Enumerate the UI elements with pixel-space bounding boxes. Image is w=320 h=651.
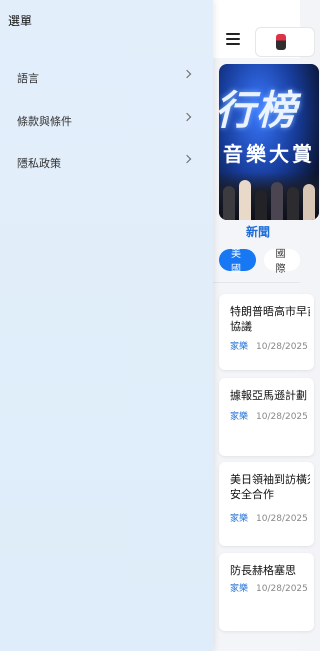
news-card[interactable]: 據報亞馬遜計劃 家樂 10/28/2025 bbox=[219, 378, 314, 456]
article-source: 家樂 bbox=[230, 342, 249, 352]
article-date: 10/28/2025 bbox=[256, 514, 308, 524]
menu-item-label: 隱私政策 bbox=[17, 157, 61, 170]
article-meta: 家樂 10/28/2025 bbox=[230, 581, 308, 594]
banner-headline: 行榜 bbox=[219, 88, 297, 134]
featured-banner[interactable]: 行榜 音樂大賞 bbox=[219, 64, 319, 220]
divider bbox=[213, 282, 300, 283]
article-meta: 家樂 10/28/2025 bbox=[230, 339, 308, 352]
article-title-line2: 協議 bbox=[230, 320, 252, 333]
navigation-drawer: 選單 語言 條款與條件 隱私政策 bbox=[0, 0, 213, 651]
app-logo[interactable] bbox=[255, 27, 315, 57]
article-title: 防長赫格塞思 bbox=[230, 564, 296, 577]
menu-item-label: 語言 bbox=[17, 72, 39, 85]
tab-us[interactable]: 美國 bbox=[219, 249, 256, 275]
category-tabs: 美國 國際 bbox=[219, 249, 300, 275]
tab-international[interactable]: 國際 bbox=[263, 249, 300, 275]
drawer-title: 選單 bbox=[8, 14, 33, 28]
news-card[interactable]: 防長赫格塞思 家樂 10/28/2025 bbox=[219, 553, 314, 631]
news-card[interactable]: 特朗普晤高市早苗 協議 家樂 10/28/2025 bbox=[219, 294, 314, 370]
article-source: 家樂 bbox=[230, 412, 249, 422]
article-source: 家樂 bbox=[230, 584, 249, 594]
banner-photo bbox=[219, 172, 319, 220]
article-date: 10/28/2025 bbox=[256, 412, 308, 422]
article-title: 據報亞馬遜計劃 bbox=[230, 389, 307, 402]
banner-subheadline: 音樂大賞 bbox=[223, 142, 315, 166]
article-meta: 家樂 10/28/2025 bbox=[230, 511, 308, 524]
menu-item-label: 條款與條件 bbox=[17, 115, 72, 128]
article-date: 10/28/2025 bbox=[256, 342, 308, 352]
chevron-right-icon bbox=[182, 69, 192, 79]
article-title: 美日領袖到訪橫須賀 bbox=[230, 473, 310, 486]
section-title: 新聞 bbox=[246, 225, 271, 239]
article-source: 家樂 bbox=[230, 514, 249, 524]
news-card[interactable]: 美日領袖到訪橫須賀 安全合作 家樂 10/28/2025 bbox=[219, 462, 314, 546]
menu-item-privacy[interactable]: 隱私政策 bbox=[0, 146, 213, 178]
menu-item-terms[interactable]: 條款與條件 bbox=[0, 104, 213, 136]
hamburger-icon[interactable] bbox=[226, 33, 240, 45]
menu-item-language[interactable]: 語言 bbox=[0, 61, 213, 93]
article-date: 10/28/2025 bbox=[256, 584, 308, 594]
article-title: 特朗普晤高市早苗 bbox=[230, 305, 310, 318]
chevron-right-icon bbox=[182, 154, 192, 164]
article-meta: 家樂 10/28/2025 bbox=[230, 409, 308, 422]
chevron-right-icon bbox=[182, 112, 192, 122]
article-title-line2: 安全合作 bbox=[230, 488, 274, 501]
